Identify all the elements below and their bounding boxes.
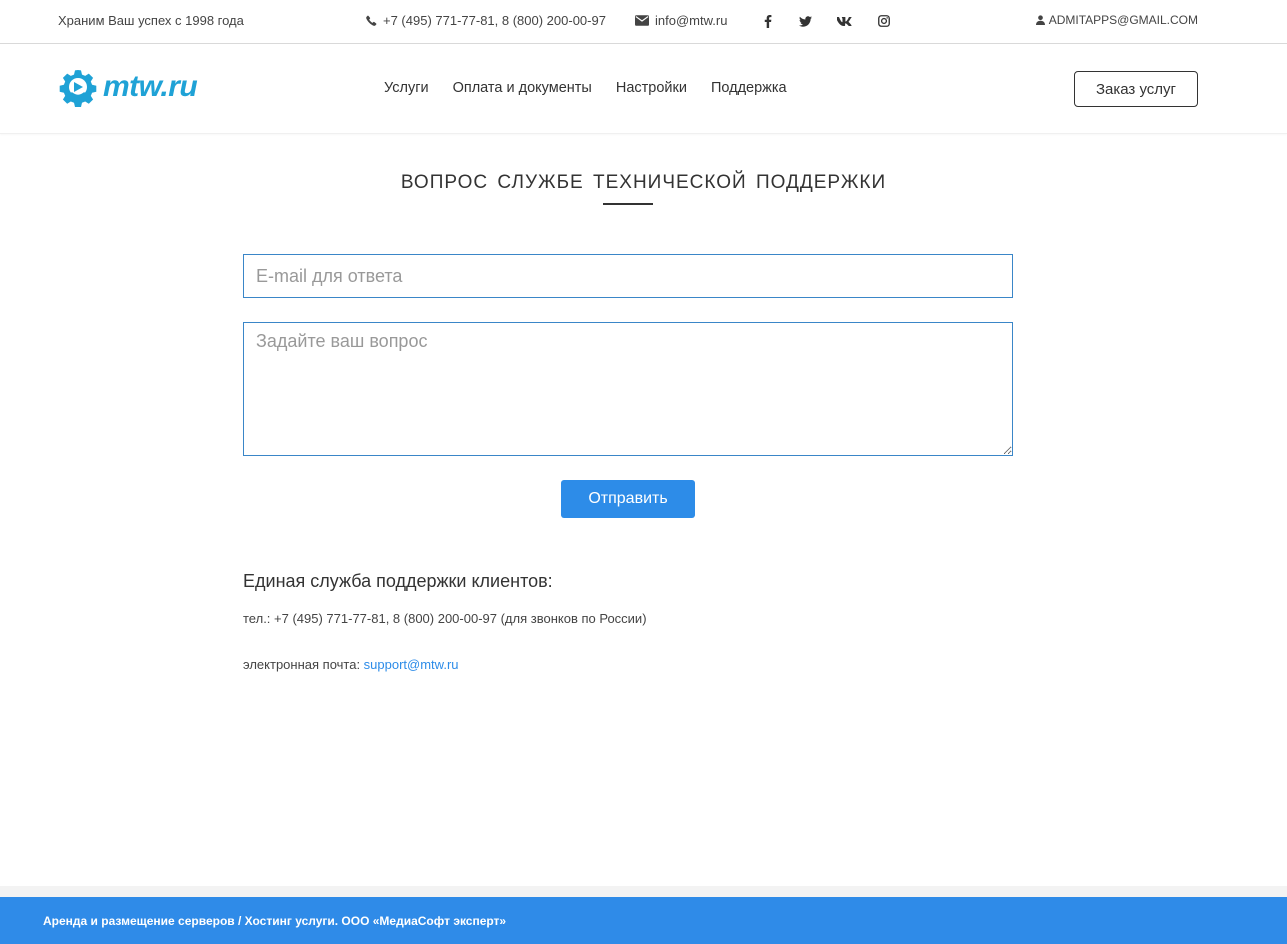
order-services-button[interactable]: Заказ услуг	[1074, 71, 1198, 107]
question-textarea[interactable]	[243, 322, 1013, 456]
phone-icon	[366, 15, 377, 26]
email-address: info@mtw.ru	[655, 13, 728, 28]
envelope-icon	[635, 15, 649, 26]
nav-item-services[interactable]: Услуги	[384, 80, 429, 96]
facebook-icon[interactable]	[759, 12, 777, 30]
footer-text: Аренда и размещение серверов / Хостинг у…	[43, 913, 507, 928]
page-title: ВОПРОС СЛУЖБЕ ТЕХНИЧЕСКОЙ ПОДДЕРЖКИ	[400, 172, 887, 193]
vk-icon[interactable]	[835, 12, 853, 30]
footer-divider	[0, 886, 1287, 897]
support-email-link[interactable]: support@mtw.ru	[364, 657, 459, 672]
support-phone: тел.: +7 (495) 771-77-81, 8 (800) 200-00…	[243, 611, 647, 626]
title-underline	[603, 203, 653, 205]
send-button[interactable]: Отправить	[561, 480, 695, 518]
phone-numbers: +7 (495) 771-77-81, 8 (800) 200-00-97	[383, 13, 606, 28]
support-email-line: электронная почта: support@mtw.ru	[243, 657, 459, 672]
nav-item-payment-documents[interactable]: Оплата и документы	[453, 80, 592, 96]
user-email: ADMITAPPS@GMAIL.COM	[1048, 13, 1198, 27]
site-logo[interactable]: mtw.ru	[57, 66, 198, 108]
support-title: Единая служба поддержки клиентов:	[243, 571, 553, 591]
nav-item-settings[interactable]: Настройки	[616, 80, 687, 96]
site-footer: Аренда и размещение серверов / Хостинг у…	[0, 897, 1287, 944]
email-field[interactable]	[243, 254, 1013, 298]
email-contact[interactable]: info@mtw.ru	[635, 13, 727, 28]
user-account[interactable]: ADMITAPPS@GMAIL.COM	[1035, 13, 1198, 27]
main-nav: Услуги Оплата и документы Настройки Подд…	[384, 80, 811, 96]
instagram-icon[interactable]	[875, 12, 893, 30]
logo-text: mtw.ru	[103, 70, 198, 103]
site-header: mtw.ru Услуги Оплата и документы Настрой…	[0, 44, 1287, 134]
phone-contact[interactable]: +7 (495) 771-77-81, 8 (800) 200-00-97	[366, 13, 606, 28]
user-icon	[1035, 15, 1045, 25]
twitter-icon[interactable]	[796, 12, 814, 30]
nav-item-support[interactable]: Поддержка	[711, 80, 787, 96]
slogan: Храним Ваш успех с 1998 года	[58, 13, 244, 28]
top-bar: Храним Ваш успех с 1998 года +7 (495) 77…	[0, 0, 1287, 44]
gear-logo-icon	[59, 70, 97, 107]
support-email-label: электронная почта:	[243, 657, 364, 672]
